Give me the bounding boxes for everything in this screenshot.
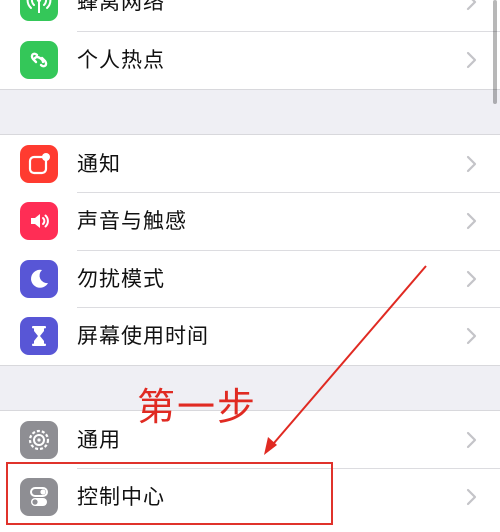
row-label-screen-time: 屏幕使用时间 <box>77 324 209 348</box>
moon-icon <box>20 260 58 298</box>
chevron-right-icon <box>466 431 477 449</box>
chevron-right-icon <box>466 270 477 288</box>
row-notifications[interactable]: 通知 <box>0 135 500 193</box>
hotspot-link-icon <box>20 41 58 79</box>
speaker-icon <box>20 202 58 240</box>
chevron-right-icon <box>466 212 477 230</box>
hourglass-icon <box>20 317 58 355</box>
settings-screen: 蜂窝网络 个人热点 通知 声音与触感 勿扰模式 屏幕使用时间 通用 控制中心 第… <box>0 0 500 532</box>
row-sounds-haptics[interactable]: 声音与触感 <box>0 192 500 250</box>
row-do-not-disturb[interactable]: 勿扰模式 <box>0 250 500 308</box>
highlight-box <box>6 462 333 525</box>
step-annotation-text: 第一步 <box>137 385 258 429</box>
chevron-right-icon <box>466 155 477 173</box>
row-label-notifications: 通知 <box>77 152 121 176</box>
row-personal-hotspot[interactable]: 个人热点 <box>0 31 500 89</box>
scrollbar[interactable] <box>493 0 497 104</box>
row-label-sounds: 声音与触感 <box>77 209 187 233</box>
notification-icon <box>20 145 58 183</box>
antenna-icon <box>20 0 58 21</box>
row-label-hotspot: 个人热点 <box>77 48 165 72</box>
chevron-right-icon <box>466 0 477 11</box>
row-cellular[interactable]: 蜂窝网络 <box>0 0 500 31</box>
chevron-right-icon <box>466 488 477 506</box>
row-label-general: 通用 <box>77 428 121 452</box>
row-screen-time[interactable]: 屏幕使用时间 <box>0 307 500 365</box>
row-label-cellular: 蜂窝网络 <box>77 0 165 14</box>
chevron-right-icon <box>466 327 477 345</box>
chevron-right-icon <box>466 51 477 69</box>
gear-icon <box>20 421 58 459</box>
row-label-dnd: 勿扰模式 <box>77 267 165 291</box>
settings-group-notifications: 通知 声音与触感 勿扰模式 屏幕使用时间 <box>0 134 500 366</box>
settings-group-network: 蜂窝网络 个人热点 <box>0 0 500 90</box>
